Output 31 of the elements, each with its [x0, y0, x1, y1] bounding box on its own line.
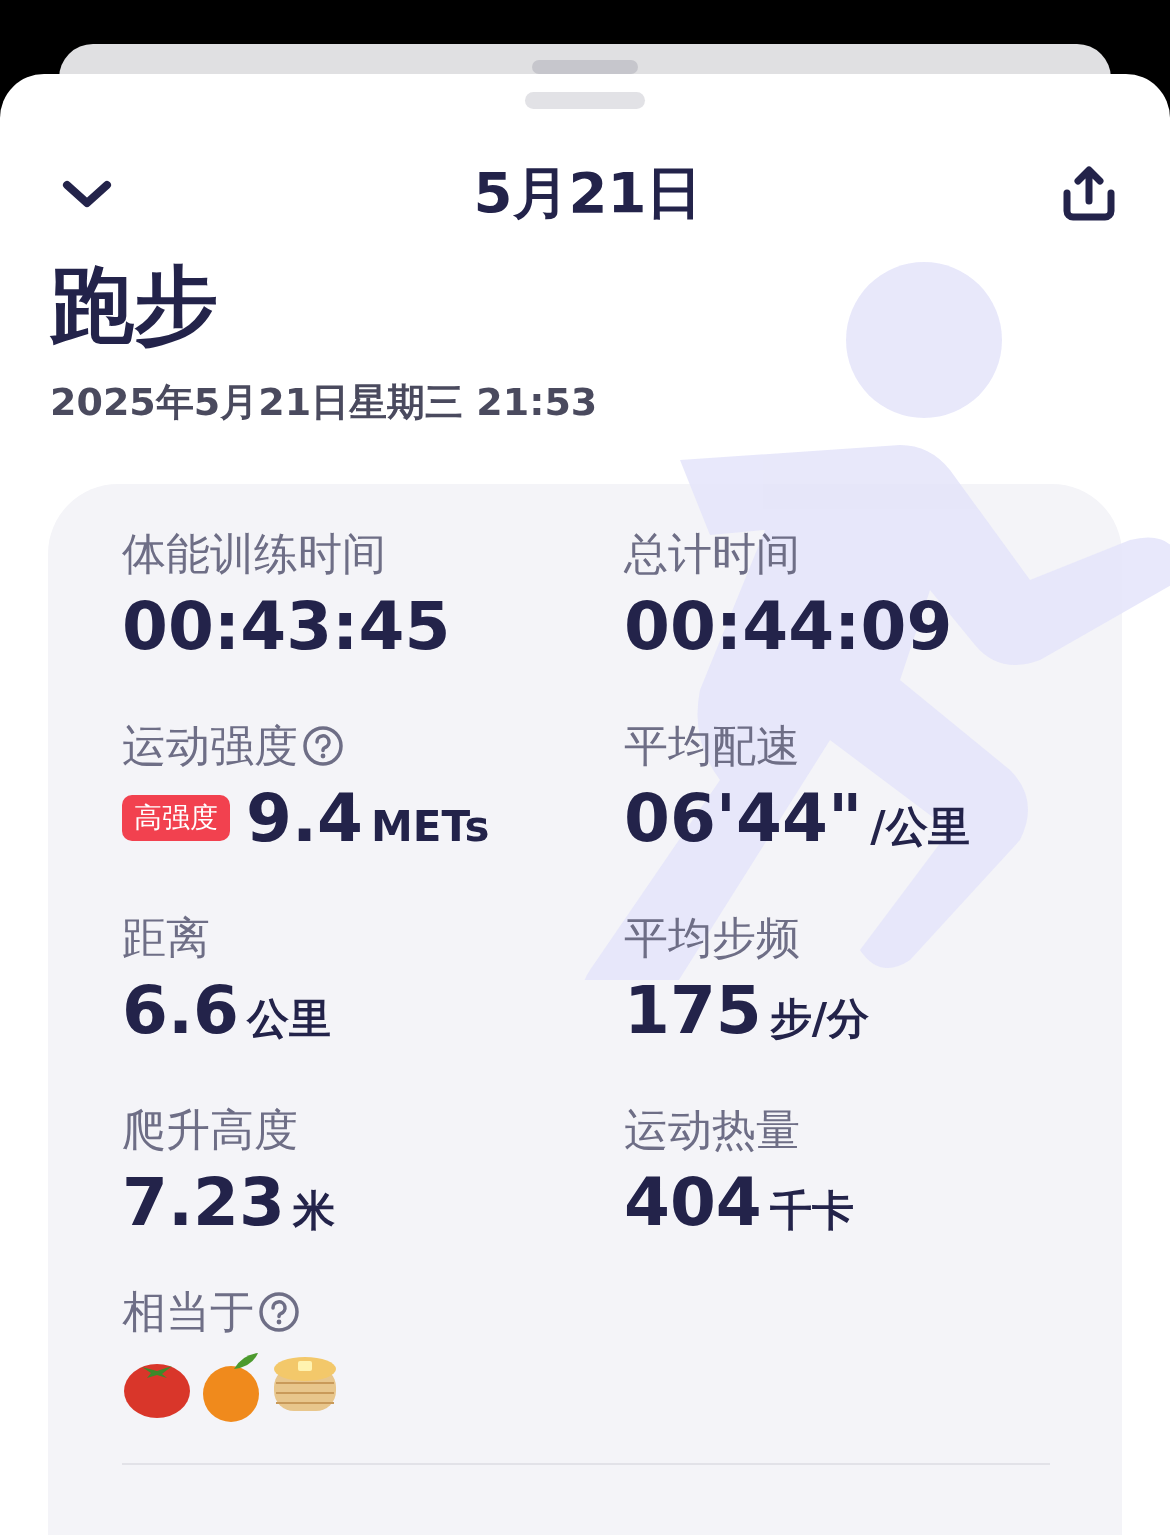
metric-unit: 步/分 — [769, 992, 870, 1045]
metric-unit: 米 — [292, 1184, 335, 1237]
metric-unit: METs — [370, 801, 490, 851]
metric-label: 总计时间 — [624, 528, 800, 581]
metric-value: 00:44:09 — [624, 586, 953, 666]
metric-label: 距离 — [122, 911, 210, 965]
intensity-badge: 高强度 — [122, 795, 230, 842]
metric-value: 175 — [624, 970, 762, 1050]
grab-handle[interactable] — [525, 92, 645, 109]
metric-unit: 公里 — [246, 992, 331, 1045]
metric-value: 06'44" — [624, 778, 863, 858]
metric-label: 爬升高度 — [122, 1103, 298, 1157]
metric-label: 平均步频 — [624, 911, 800, 965]
metric-label: 体能训练时间 — [122, 528, 386, 581]
metric-label: 运动强度 — [122, 720, 298, 773]
metric-value: 00:43:45 — [122, 586, 451, 666]
help-icon[interactable] — [302, 725, 344, 768]
metric-value: 404 — [624, 1162, 762, 1242]
metric-value: 6.6 — [122, 970, 239, 1050]
metric-value: 7.23 — [122, 1162, 285, 1242]
metric-value: 9.4 — [246, 778, 363, 858]
metric-unit: 千卡 — [769, 1184, 854, 1237]
help-icon[interactable] — [258, 1291, 300, 1334]
equivalent-label: 相当于 — [122, 1285, 254, 1339]
metric-label: 运动热量 — [624, 1103, 800, 1157]
header-title: 5月21日 — [473, 159, 703, 227]
metric-unit: /公里 — [870, 800, 970, 853]
citrus-fruit-icon — [202, 1352, 262, 1423]
workout-datetime: 2025年5月21日星期三 21:53 — [50, 379, 599, 426]
workout-title: 跑步 — [50, 255, 219, 356]
metric-label: 平均配速 — [624, 720, 800, 773]
